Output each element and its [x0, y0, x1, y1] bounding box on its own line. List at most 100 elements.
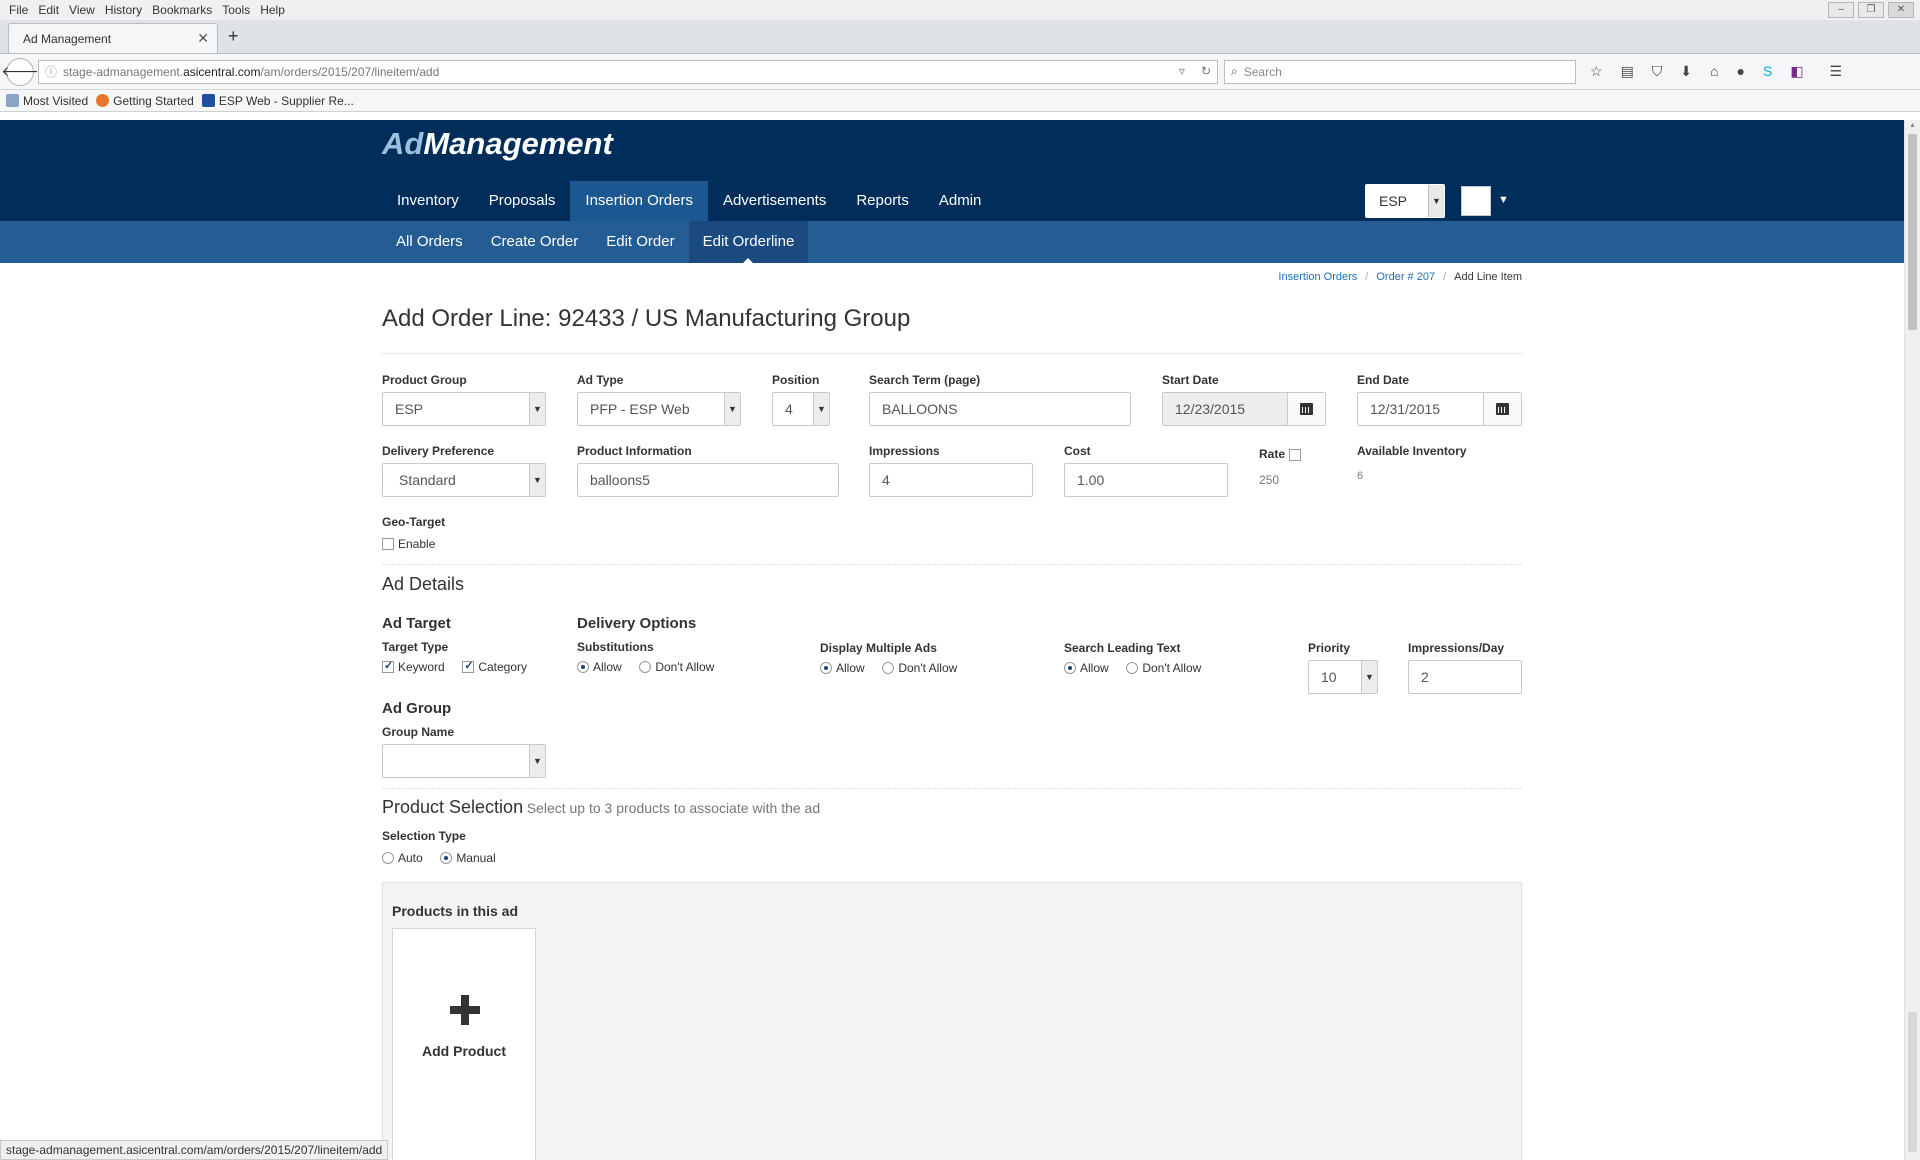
menu-help[interactable]: Help [255, 3, 290, 17]
url-prefix: stage-admanagement. [63, 64, 184, 79]
addon-icon[interactable]: ◧ [1790, 63, 1803, 80]
minimize-icon[interactable]: – [1828, 2, 1854, 18]
caret-down-icon[interactable]: ▼ [1498, 194, 1509, 206]
ad-type-select[interactable]: PFP - ESP Web ▼ [577, 392, 741, 426]
subnav-all-orders[interactable]: All Orders [382, 221, 477, 263]
nav-inventory[interactable]: Inventory [382, 181, 474, 221]
app-logo[interactable]: AdManagement [382, 126, 613, 162]
rate-checkbox[interactable] [1288, 448, 1301, 461]
scrollbar-thumb[interactable] [1908, 134, 1917, 330]
nav-reports[interactable]: Reports [841, 181, 924, 221]
selection-manual-radio[interactable] [440, 851, 453, 864]
nav-proposals[interactable]: Proposals [474, 181, 571, 221]
field-label: Rate [1259, 447, 1286, 461]
reload-icon[interactable]: ↻ [1201, 64, 1211, 78]
subnav-create-order[interactable]: Create Order [477, 221, 593, 263]
keyword-checkbox[interactable] [382, 659, 394, 673]
option-label: Don't Allow [898, 660, 958, 675]
menu-file[interactable]: File [4, 3, 33, 17]
cost-input[interactable]: 1.00 [1064, 463, 1228, 497]
option-label: Allow [836, 660, 865, 675]
search-term-field: Search Term (page) BALLOONS [869, 373, 1131, 426]
nav-advertisements[interactable]: Advertisements [708, 181, 841, 221]
url-dropdown-icon[interactable]: ▿ [1179, 64, 1185, 78]
tab-close-icon[interactable]: ✕ [197, 30, 209, 47]
reading-list-icon[interactable]: ▤ [1621, 63, 1634, 80]
bookmark-star-icon[interactable]: ☆ [1590, 63, 1603, 80]
window-controls: – ❐ ✕ [1828, 2, 1914, 18]
priority-field: Priority 10 ▼ [1308, 641, 1378, 694]
bookmark-most-visited[interactable]: Most Visited [6, 94, 88, 108]
home-icon[interactable]: ⌂ [1710, 63, 1718, 80]
calendar-button[interactable] [1287, 393, 1325, 425]
substitutions-allow-radio[interactable] [577, 660, 589, 673]
main-nav: Inventory Proposals Insertion Orders Adv… [382, 181, 996, 221]
position-select[interactable]: 4 ▼ [772, 392, 830, 426]
menu-bookmarks[interactable]: Bookmarks [147, 3, 217, 17]
geo-target-checkbox[interactable] [382, 537, 394, 550]
multiple-ads-allow-radio[interactable] [820, 661, 832, 674]
subnav-edit-order[interactable]: Edit Order [592, 221, 688, 263]
url-bar[interactable]: ⓘ stage-admanagement. asicentral.com/am/o… [38, 59, 1218, 84]
nav-admin[interactable]: Admin [924, 181, 997, 221]
back-arrow-icon[interactable]: 🡐 [1, 57, 39, 86]
leading-text-dont-allow-radio[interactable] [1126, 661, 1139, 674]
product-information-input[interactable]: balloons5 [577, 463, 839, 497]
multiple-ads-dont-allow-radio[interactable] [882, 661, 895, 674]
add-product-card[interactable]: Add Product [392, 928, 536, 1160]
browser-tab[interactable]: Ad Management ✕ [8, 23, 218, 53]
option-label: Category [478, 659, 528, 674]
selection-auto-radio[interactable] [382, 851, 394, 864]
field-label: Delivery Preference [382, 444, 495, 458]
page-scrollbar[interactable]: ▲ [1904, 120, 1920, 1160]
end-date-field: End Date 12/31/2015 [1357, 373, 1522, 426]
close-window-icon[interactable]: ✕ [1888, 2, 1914, 18]
delivery-preference-select[interactable]: Standard ▼ [382, 463, 546, 497]
substitutions-dont-allow-radio[interactable] [639, 660, 652, 673]
download-icon[interactable]: ⬇ [1680, 63, 1692, 80]
skype-icon[interactable]: S [1763, 63, 1772, 80]
calendar-button[interactable] [1483, 393, 1521, 425]
group-name-select[interactable]: ▼ [382, 744, 546, 778]
url-path: /am/orders/2015/207/lineitem/add [260, 64, 440, 79]
bookmarks-toolbar: Most Visited Getting Started ESP Web - S… [0, 90, 1920, 112]
divider [382, 564, 1522, 565]
scroll-up-icon[interactable]: ▲ [1909, 122, 1916, 129]
impressions-per-day-input[interactable]: 2 [1408, 660, 1522, 694]
breadcrumb-order[interactable]: Order # 207 [1376, 271, 1435, 283]
pocket-icon[interactable]: ⛉ [1652, 63, 1663, 80]
ad-group-heading: Ad Group [382, 700, 452, 717]
search-term-input[interactable]: BALLOONS [869, 392, 1131, 426]
impressions-input[interactable]: 4 [869, 463, 1033, 497]
start-date-input[interactable]: 12/23/2015 [1162, 392, 1326, 426]
restore-icon[interactable]: ❐ [1858, 2, 1884, 18]
menu-history[interactable]: History [100, 3, 147, 17]
hamburger-menu-icon[interactable]: ☰ [1830, 63, 1843, 80]
ad-details-heading: Ad Details [382, 574, 465, 594]
new-tab-icon[interactable]: + [228, 26, 239, 47]
priority-select[interactable]: 10 ▼ [1308, 660, 1378, 694]
site-info-icon[interactable]: ⓘ [45, 63, 57, 80]
menu-view[interactable]: View [64, 3, 100, 17]
menu-tools[interactable]: Tools [217, 3, 255, 17]
bookmark-esp-web[interactable]: ESP Web - Supplier Re... [201, 94, 354, 108]
cost-field: Cost 1.00 [1064, 444, 1228, 497]
page-title: Add Order Line: 92433 / US Manufacturing… [382, 305, 911, 332]
category-checkbox[interactable] [462, 659, 475, 673]
bookmark-getting-started[interactable]: Getting Started [96, 94, 194, 108]
chat-icon[interactable]: ● [1737, 63, 1745, 80]
subnav-edit-orderline[interactable]: Edit Orderline [688, 221, 809, 264]
product-group-select[interactable]: ESP ▼ [382, 392, 546, 426]
end-date-input[interactable]: 12/31/2015 [1357, 392, 1522, 426]
breadcrumb-insertion-orders[interactable]: Insertion Orders [1278, 271, 1357, 283]
breadcrumb-separator: / [1365, 271, 1369, 283]
menu-edit[interactable]: Edit [33, 3, 64, 17]
leading-text-allow-radio[interactable] [1064, 661, 1076, 674]
browser-search-input[interactable]: ⌕ Search [1224, 59, 1576, 84]
rate-field: Rate 250 [1259, 446, 1339, 487]
avatar[interactable] [1461, 186, 1491, 216]
browser-statusbar: stage-admanagement.asicentral.com/am/ord… [0, 1140, 389, 1160]
nav-insertion-orders[interactable]: Insertion Orders [570, 181, 708, 221]
org-select[interactable]: ESP ▼ [1365, 184, 1445, 218]
search-leading-text-group: Search Leading Text Allow Don't Allow [1064, 641, 1304, 675]
